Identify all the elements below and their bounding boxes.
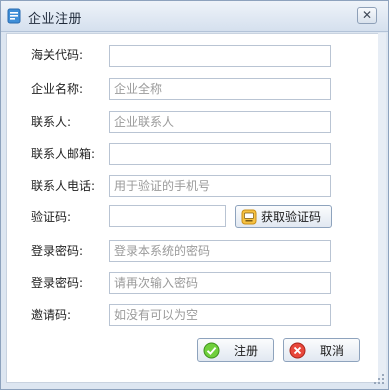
verify-code-label: 验证码: (31, 210, 72, 224)
cancel-icon (289, 342, 306, 359)
customs-code-input[interactable] (109, 45, 331, 67)
cancel-label: 取消 (320, 344, 345, 358)
get-verify-code-label: 获取验证码 (261, 210, 322, 224)
title-bar[interactable]: 企业注册 ✕ (1, 1, 388, 32)
scrollbar-track[interactable] (378, 33, 386, 383)
confirm-password-label: 登录密码: (31, 276, 84, 290)
cancel-button[interactable]: 取消 (283, 338, 360, 362)
login-password-label: 登录密码: (31, 244, 84, 258)
resize-grip-icon[interactable] (373, 373, 385, 385)
confirm-password-input[interactable] (109, 272, 331, 294)
contact-email-input[interactable] (109, 143, 331, 165)
register-dialog: 企业注册 ✕ 海关代码: 企业名称: 联系人: 联系人邮箱: 联系人电话: 验证… (0, 0, 389, 390)
verify-code-input[interactable] (109, 205, 226, 227)
contact-label: 联系人: (31, 115, 72, 129)
contact-email-label: 联系人邮箱: (31, 147, 96, 161)
invite-code-input[interactable] (109, 304, 331, 326)
invite-code-label: 邀请码: (31, 308, 72, 322)
company-name-input[interactable] (109, 78, 331, 100)
check-icon (203, 342, 220, 359)
sms-code-icon (241, 209, 257, 225)
get-verify-code-button[interactable]: 获取验证码 (235, 205, 332, 228)
close-button[interactable]: ✕ (357, 7, 377, 24)
register-label: 注册 (234, 344, 259, 358)
register-button[interactable]: 注册 (197, 338, 274, 362)
company-name-label: 企业名称: (31, 82, 84, 96)
window-title: 企业注册 (28, 12, 83, 27)
contact-phone-label: 联系人电话: (31, 179, 96, 193)
app-icon (7, 8, 21, 24)
login-password-input[interactable] (109, 240, 331, 262)
contact-phone-input[interactable] (109, 175, 331, 197)
customs-code-label: 海关代码: (31, 48, 84, 62)
contact-input[interactable] (109, 111, 331, 133)
close-icon: ✕ (361, 8, 373, 22)
